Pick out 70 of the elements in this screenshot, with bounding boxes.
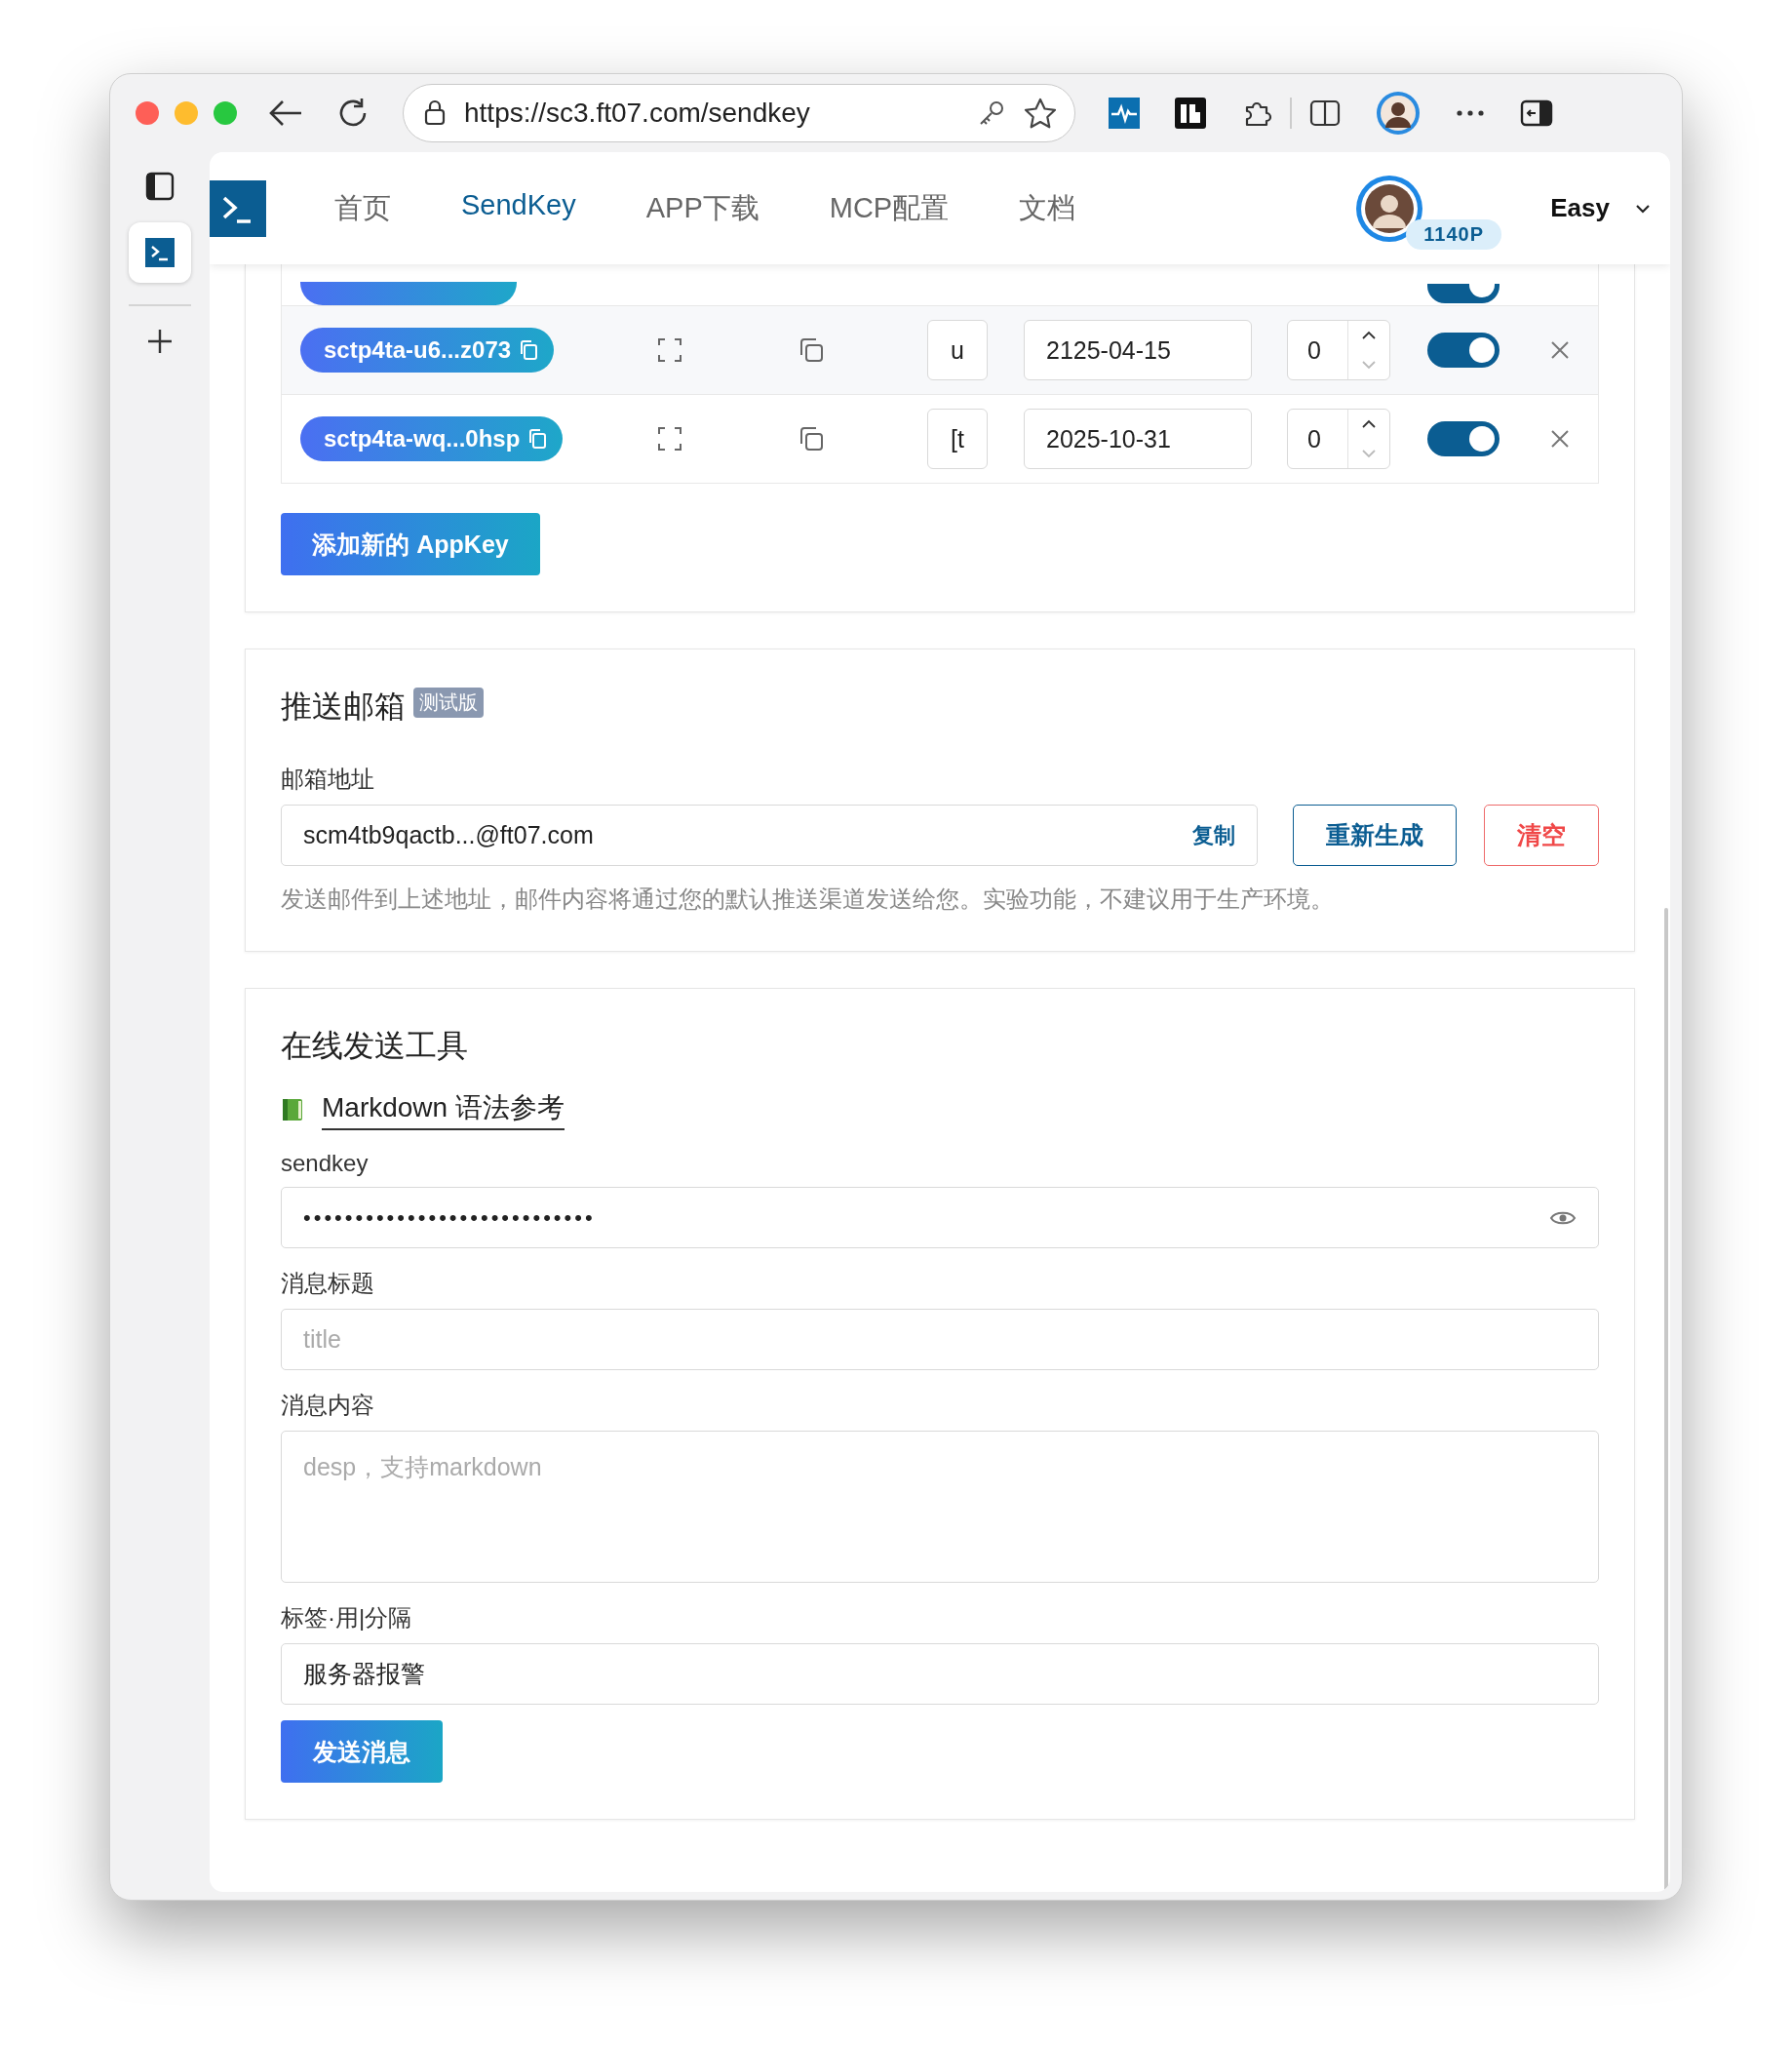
copy-link[interactable]: 复制 bbox=[1192, 820, 1236, 850]
email-address-text: scm4tb9qactb...@ft07.com bbox=[303, 821, 595, 849]
beta-badge: 测试版 bbox=[413, 688, 484, 718]
chevron-down-icon bbox=[1635, 203, 1651, 214]
tag-field[interactable]: [t bbox=[927, 409, 988, 469]
user-menu[interactable]: Easy bbox=[1550, 187, 1651, 229]
close-window-button[interactable] bbox=[136, 101, 159, 125]
sendkey-field[interactable]: •••••••••••••••••••••••••••• bbox=[281, 1187, 1599, 1248]
nav-tab[interactable]: 文档 bbox=[984, 188, 1111, 228]
field-label: 标签·用|分隔 bbox=[281, 1603, 413, 1633]
spin-up-icon[interactable] bbox=[1361, 419, 1377, 429]
new-tab-icon[interactable] bbox=[146, 328, 174, 355]
profile-avatar[interactable] bbox=[1376, 91, 1421, 136]
active-tab[interactable] bbox=[129, 222, 191, 283]
key-pill[interactable]: sctp4ta-u6...z073 bbox=[300, 328, 555, 373]
text-field[interactable]: title bbox=[281, 1309, 1599, 1370]
url-text: https://sc3.ft07.com/sendkey bbox=[464, 98, 811, 129]
field-label: 消息内容 bbox=[281, 1391, 375, 1420]
points-badge: 1140P bbox=[1406, 218, 1501, 250]
field-label: sendkey bbox=[281, 1150, 370, 1177]
nav-tab[interactable]: 首页 bbox=[305, 188, 426, 228]
pulse-icon[interactable] bbox=[1109, 98, 1140, 129]
tabs-icon[interactable] bbox=[145, 172, 175, 201]
address-bar[interactable]: https://sc3.ft07.com/sendkey bbox=[403, 84, 1075, 142]
email-address-field[interactable]: scm4tb9qactb...@ft07.com 复制 bbox=[281, 805, 1259, 866]
add-appkey-button[interactable]: 添加新的 AppKey bbox=[281, 513, 540, 575]
text-field[interactable]: 服务器报警 bbox=[281, 1643, 1599, 1705]
lock-icon bbox=[423, 99, 447, 127]
date-field[interactable]: 2025-10-31 bbox=[1024, 409, 1252, 469]
delete-icon[interactable] bbox=[1549, 340, 1570, 360]
toggle-switch[interactable] bbox=[1426, 333, 1500, 368]
more-icon[interactable] bbox=[1456, 109, 1485, 117]
delete-icon[interactable] bbox=[1549, 429, 1570, 449]
card-title: 在线发送工具 bbox=[281, 1027, 469, 1065]
book-icon bbox=[281, 1097, 304, 1122]
masked-value: •••••••••••••••••••••••••••• bbox=[303, 1204, 597, 1231]
date-field[interactable]: 2125-04-15 bbox=[1024, 320, 1252, 380]
split-screen-icon[interactable] bbox=[1309, 98, 1341, 128]
help-text: 发送邮件到上述地址，邮件内容将通过您的默认推送渠道发送给您。实验功能，不建议用于生产环境。 bbox=[281, 885, 1335, 914]
number-field[interactable]: 0 bbox=[1287, 320, 1390, 380]
copy-icon[interactable] bbox=[519, 339, 539, 361]
copy-icon[interactable] bbox=[798, 425, 825, 452]
nav-tab[interactable]: APP下载 bbox=[610, 188, 795, 228]
copy-icon[interactable] bbox=[798, 336, 825, 364]
number-field[interactable]: 0 bbox=[1287, 409, 1390, 469]
fullscreen-icon[interactable] bbox=[657, 337, 682, 363]
key-pill[interactable]: sctp4ta-wq...0hsp bbox=[300, 416, 564, 461]
star-icon[interactable] bbox=[1024, 98, 1057, 129]
fullscreen-icon[interactable] bbox=[657, 426, 682, 452]
nav-tab[interactable]: SendKey bbox=[426, 188, 611, 228]
copy-icon[interactable] bbox=[527, 428, 548, 450]
clear-button[interactable]: 清空 bbox=[1484, 805, 1599, 866]
card-title: 推送邮箱 bbox=[281, 688, 406, 726]
send-button[interactable]: 发送消息 bbox=[281, 1720, 443, 1783]
terminal-icon bbox=[145, 238, 175, 267]
field-label: 消息标题 bbox=[281, 1269, 375, 1298]
reader-icon[interactable] bbox=[1175, 98, 1206, 129]
user-avatar[interactable] bbox=[1355, 174, 1424, 243]
sidebar-toggle-icon[interactable] bbox=[1520, 99, 1553, 127]
terminal-logo-icon[interactable] bbox=[210, 179, 266, 237]
nav-tab[interactable]: MCP配置 bbox=[794, 188, 985, 228]
markdown-reference-link[interactable]: Markdown 语法参考 bbox=[322, 1089, 565, 1130]
regenerate-button[interactable]: 重新生成 bbox=[1293, 805, 1458, 866]
toggle-switch[interactable] bbox=[1426, 421, 1500, 456]
toggle-switch[interactable] bbox=[1426, 284, 1500, 303]
field-label: 邮箱地址 bbox=[281, 765, 375, 794]
back-icon[interactable] bbox=[268, 98, 303, 128]
tag-field[interactable]: u bbox=[927, 320, 988, 380]
message-textarea[interactable]: desp，支持markdown bbox=[281, 1431, 1599, 1583]
spin-up-icon[interactable] bbox=[1361, 331, 1377, 340]
